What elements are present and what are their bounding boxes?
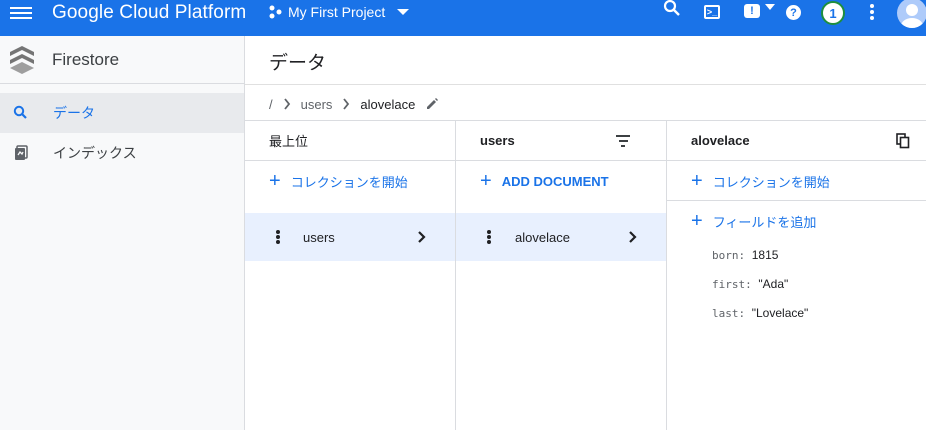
project-selector[interactable]: My First Project bbox=[268, 4, 410, 20]
avatar[interactable] bbox=[897, 0, 926, 28]
field-row[interactable]: born: 1815 bbox=[712, 248, 778, 262]
chevron-right-icon bbox=[629, 231, 637, 243]
column-header: users bbox=[456, 121, 666, 161]
project-icon bbox=[269, 5, 282, 19]
add-icon: + bbox=[691, 210, 703, 232]
document-row-alovelace[interactable]: alovelace bbox=[456, 213, 666, 261]
start-collection-button[interactable]: + コレクションを開始 bbox=[691, 171, 830, 191]
sidebar-item-data[interactable]: データ bbox=[0, 93, 244, 133]
divider bbox=[667, 200, 926, 201]
chevron-down-icon bbox=[397, 9, 410, 15]
page-title: データ bbox=[269, 53, 327, 74]
more-vert-icon[interactable] bbox=[866, 4, 878, 20]
sidebar-item-label: データ bbox=[53, 105, 95, 121]
chevron-right-icon bbox=[418, 231, 426, 243]
collection-name: users bbox=[303, 229, 335, 245]
menu-icon[interactable] bbox=[10, 4, 32, 22]
copy-icon[interactable] bbox=[896, 133, 910, 149]
main-content: データ / users alovelace 最上位 + コレクションを開始 us… bbox=[245, 36, 926, 430]
cloud-shell-icon[interactable]: >_ bbox=[704, 5, 720, 19]
chevron-right-icon bbox=[283, 98, 290, 110]
notifications-badge[interactable]: 1 bbox=[821, 1, 845, 25]
add-icon: + bbox=[269, 170, 281, 192]
field-key: first: bbox=[712, 278, 752, 291]
brand-title[interactable]: Google Cloud Platform bbox=[52, 2, 246, 24]
chevron-right-icon bbox=[343, 98, 350, 110]
column-title: users bbox=[480, 133, 515, 148]
root-column: 最上位 + コレクションを開始 users bbox=[245, 121, 456, 430]
search-icon bbox=[13, 105, 27, 119]
firestore-logo-icon bbox=[10, 46, 34, 74]
divider bbox=[245, 84, 926, 85]
sidebar-item-label: インデックス bbox=[53, 145, 137, 161]
column-header: alovelace bbox=[667, 121, 926, 161]
document-column: alovelace + コレクションを開始 + フィールドを追加 born: 1… bbox=[667, 121, 926, 430]
search-icon[interactable] bbox=[662, 0, 682, 18]
collection-column: users + ADD DOCUMENT alovelace bbox=[456, 121, 667, 430]
feedback-icon[interactable]: ! bbox=[744, 4, 760, 18]
collection-row-users[interactable]: users bbox=[245, 213, 455, 261]
filter-icon[interactable] bbox=[616, 135, 630, 147]
product-title: Firestore bbox=[52, 50, 120, 69]
breadcrumb-collection[interactable]: users bbox=[301, 97, 333, 112]
chevron-down-icon[interactable] bbox=[765, 4, 775, 10]
project-name: My First Project bbox=[288, 4, 386, 20]
edit-icon[interactable] bbox=[425, 97, 439, 111]
add-document-button[interactable]: + ADD DOCUMENT bbox=[480, 171, 609, 191]
more-vert-icon[interactable] bbox=[276, 230, 280, 244]
add-field-button[interactable]: + フィールドを追加 bbox=[691, 211, 816, 231]
column-title: 最上位 bbox=[269, 134, 309, 149]
field-row[interactable]: last: "Lovelace" bbox=[712, 306, 808, 320]
breadcrumb-document[interactable]: alovelace bbox=[360, 97, 415, 112]
field-row[interactable]: first: "Ada" bbox=[712, 277, 788, 291]
add-field-label: フィールドを追加 bbox=[712, 214, 817, 230]
top-app-bar: Google Cloud Platform My First Project >… bbox=[0, 0, 926, 36]
index-icon bbox=[15, 145, 28, 160]
start-collection-label: コレクションを開始 bbox=[290, 174, 408, 190]
help-icon[interactable]: ? bbox=[786, 5, 801, 20]
start-collection-label: コレクションを開始 bbox=[712, 174, 830, 190]
add-icon: + bbox=[691, 170, 703, 192]
sidebar-item-indexes[interactable]: インデックス bbox=[0, 133, 244, 173]
field-value: 1815 bbox=[751, 248, 779, 262]
sidebar: Firestore データ インデックス bbox=[0, 36, 245, 430]
sidebar-header: Firestore bbox=[0, 36, 244, 84]
account-icon bbox=[901, 4, 923, 28]
field-value: "Ada" bbox=[758, 277, 789, 291]
start-collection-button[interactable]: + コレクションを開始 bbox=[269, 171, 408, 191]
document-id: alovelace bbox=[515, 229, 570, 245]
breadcrumb-root[interactable]: / bbox=[269, 97, 273, 112]
field-value: "Lovelace" bbox=[751, 306, 809, 320]
breadcrumb: / users alovelace bbox=[269, 94, 439, 114]
field-key: born: bbox=[712, 249, 746, 262]
field-key: last: bbox=[712, 307, 746, 320]
add-document-label: ADD DOCUMENT bbox=[501, 173, 609, 189]
column-header: 最上位 bbox=[245, 121, 455, 161]
column-title: alovelace bbox=[691, 133, 750, 148]
add-icon: + bbox=[480, 170, 492, 192]
more-vert-icon[interactable] bbox=[487, 230, 491, 244]
